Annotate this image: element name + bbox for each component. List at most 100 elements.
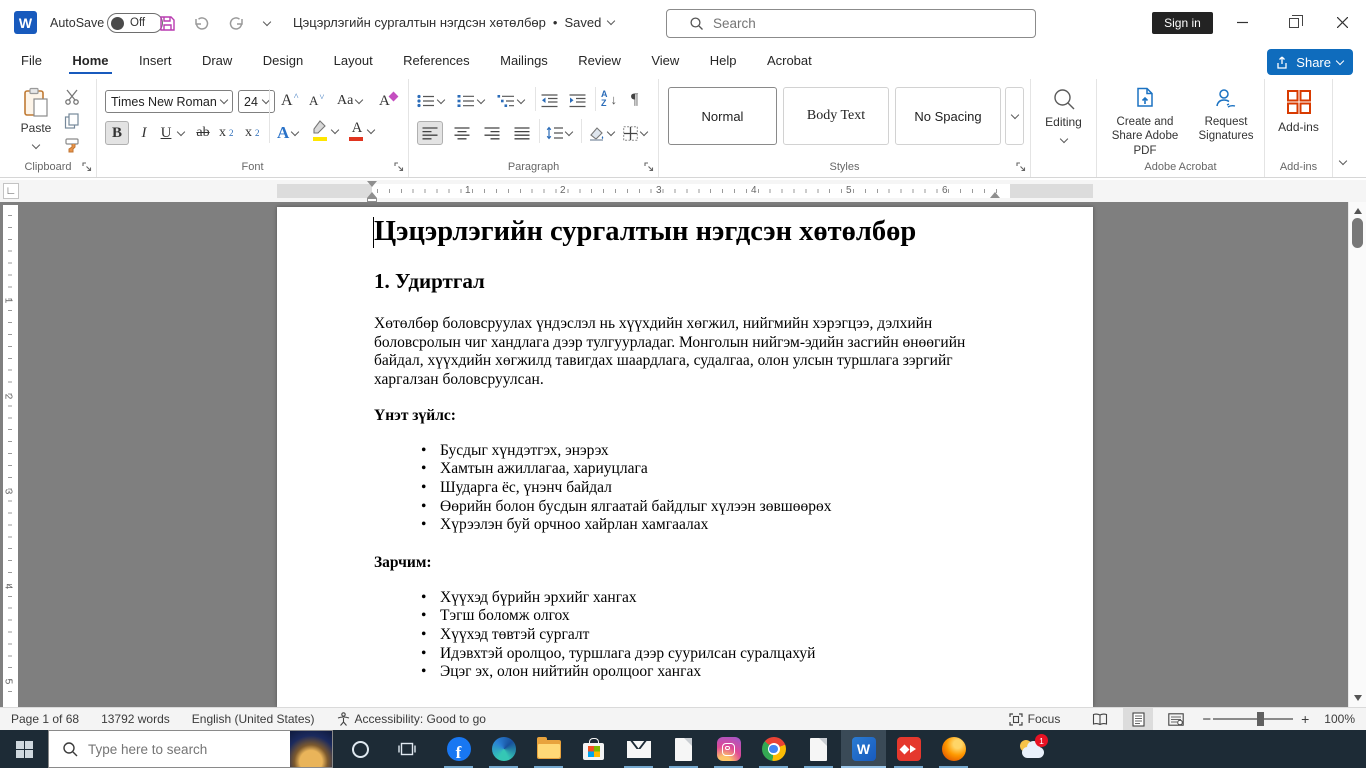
- style-normal[interactable]: Normal: [668, 87, 777, 145]
- search-input[interactable]: [713, 16, 993, 31]
- taskbar-red-app[interactable]: [886, 730, 931, 768]
- weather-tray-icon[interactable]: 1: [1018, 734, 1048, 761]
- redo-button[interactable]: [225, 12, 247, 34]
- bullets-button[interactable]: [417, 89, 446, 113]
- minimize-button[interactable]: [1218, 0, 1266, 45]
- close-button[interactable]: [1318, 0, 1366, 45]
- tab-view[interactable]: View: [638, 45, 692, 77]
- taskbar-chrome[interactable]: [751, 730, 796, 768]
- hanging-indent-marker[interactable]: [367, 192, 377, 202]
- highlight-color-button[interactable]: [311, 119, 340, 143]
- tab-draw[interactable]: Draw: [189, 45, 245, 77]
- cortana-button[interactable]: [338, 730, 383, 768]
- change-case-button[interactable]: Aa: [337, 89, 364, 113]
- tab-acrobat[interactable]: Acrobat: [754, 45, 825, 77]
- tab-review[interactable]: Review: [565, 45, 634, 77]
- style-body-text[interactable]: Body Text: [783, 87, 889, 145]
- font-name-combo[interactable]: Times New Roman: [105, 90, 233, 113]
- autosave-toggle[interactable]: Off: [107, 13, 163, 33]
- shrink-font-button[interactable]: A ˅: [309, 89, 324, 113]
- scroll-up-arrow[interactable]: [1354, 208, 1362, 214]
- task-view-button[interactable]: [384, 730, 429, 768]
- request-signatures-button[interactable]: Request Signatures: [1191, 87, 1261, 144]
- create-share-pdf-button[interactable]: Create and Share Adobe PDF: [1103, 87, 1187, 158]
- align-center-button[interactable]: [449, 121, 475, 145]
- zoom-in-button[interactable]: +: [1293, 708, 1313, 730]
- undo-button[interactable]: [190, 12, 212, 34]
- sign-in-button[interactable]: Sign in: [1152, 12, 1213, 34]
- tab-home[interactable]: Home: [59, 45, 121, 77]
- language-indicator[interactable]: English (United States): [181, 708, 326, 730]
- collapse-ribbon-button[interactable]: [1338, 151, 1348, 169]
- tab-file[interactable]: File: [8, 45, 55, 77]
- tab-insert[interactable]: Insert: [126, 45, 185, 77]
- first-line-indent-marker[interactable]: [367, 181, 377, 187]
- restore-button[interactable]: [1270, 0, 1318, 45]
- bold-button[interactable]: B: [105, 121, 129, 145]
- justify-button[interactable]: [509, 121, 535, 145]
- scrollbar-thumb[interactable]: [1352, 218, 1363, 248]
- align-left-button[interactable]: [417, 121, 443, 145]
- paste-button[interactable]: Paste: [14, 87, 58, 153]
- taskbar-document-2[interactable]: [796, 730, 841, 768]
- cut-button[interactable]: [64, 89, 80, 105]
- italic-button[interactable]: I: [135, 121, 153, 145]
- customize-quick-access-toolbar-button[interactable]: [256, 12, 278, 34]
- increase-indent-button[interactable]: [569, 89, 586, 113]
- vertical-ruler[interactable]: 1 2 3 4 5: [2, 205, 18, 707]
- taskbar-file-explorer[interactable]: [526, 730, 571, 768]
- numbering-button[interactable]: [457, 89, 486, 113]
- search-highlight-image[interactable]: [290, 731, 332, 767]
- underline-chevron[interactable]: [175, 121, 187, 145]
- print-layout-button[interactable]: [1123, 708, 1154, 730]
- multilevel-list-button[interactable]: [497, 89, 526, 113]
- taskbar-word-active[interactable]: W: [841, 730, 886, 768]
- text-effects-button[interactable]: A: [277, 121, 300, 145]
- align-right-button[interactable]: [479, 121, 505, 145]
- styles-more-button[interactable]: [1005, 87, 1024, 145]
- scroll-down-arrow[interactable]: [1354, 695, 1362, 701]
- word-count[interactable]: 13792 words: [90, 708, 181, 730]
- document-title-area[interactable]: Цэцэрлэгийн сургалтын нэгдсэн хөтөлбөр •…: [293, 15, 616, 30]
- tab-design[interactable]: Design: [250, 45, 316, 77]
- taskbar-store[interactable]: [571, 730, 616, 768]
- copy-button[interactable]: [64, 113, 80, 129]
- taskbar-search-input[interactable]: [88, 741, 268, 757]
- show-hide-marks-button[interactable]: ¶: [631, 88, 638, 112]
- addins-button[interactable]: Add-ins: [1265, 89, 1332, 134]
- tab-stop-selector[interactable]: ∟: [3, 183, 19, 199]
- taskbar-mail[interactable]: [616, 730, 661, 768]
- web-layout-button[interactable]: [1161, 708, 1191, 730]
- style-no-spacing[interactable]: No Spacing: [895, 87, 1001, 145]
- tab-references[interactable]: References: [390, 45, 482, 77]
- line-spacing-button[interactable]: [546, 121, 574, 145]
- format-painter-button[interactable]: [64, 137, 80, 153]
- tab-layout[interactable]: Layout: [321, 45, 386, 77]
- document-page[interactable]: Цэцэрлэгийн сургалтын нэгдсэн хөтөлбөр 1…: [277, 207, 1093, 707]
- font-dialog-launcher[interactable]: [394, 162, 404, 172]
- taskbar-instagram[interactable]: [706, 730, 751, 768]
- clear-formatting-button[interactable]: A: [379, 89, 399, 113]
- shading-button[interactable]: [588, 121, 616, 145]
- borders-button[interactable]: [623, 121, 649, 145]
- zoom-slider[interactable]: [1213, 712, 1294, 726]
- zoom-slider-thumb[interactable]: [1257, 712, 1265, 726]
- horizontal-ruler[interactable]: 1 2 3 4 5 6: [277, 181, 1093, 202]
- taskbar-search-box[interactable]: [48, 730, 333, 768]
- paragraph-dialog-launcher[interactable]: [644, 162, 654, 172]
- taskbar-firefox[interactable]: [931, 730, 976, 768]
- font-color-button[interactable]: A: [349, 119, 376, 143]
- save-button[interactable]: [156, 12, 178, 34]
- accessibility-status[interactable]: Accessibility: Good to go: [326, 708, 497, 730]
- taskbar-facebook[interactable]: f: [436, 730, 481, 768]
- zoom-level[interactable]: 100%: [1313, 708, 1366, 730]
- vertical-scrollbar[interactable]: [1348, 202, 1366, 707]
- right-indent-marker[interactable]: [990, 192, 1000, 198]
- zoom-out-button[interactable]: −: [1191, 708, 1213, 730]
- underline-button[interactable]: U: [157, 121, 175, 145]
- strikethrough-button[interactable]: ab: [191, 121, 215, 145]
- read-mode-button[interactable]: [1085, 708, 1115, 730]
- taskbar-document-1[interactable]: [661, 730, 706, 768]
- search-box[interactable]: [666, 9, 1036, 38]
- taskbar-edge[interactable]: [481, 730, 526, 768]
